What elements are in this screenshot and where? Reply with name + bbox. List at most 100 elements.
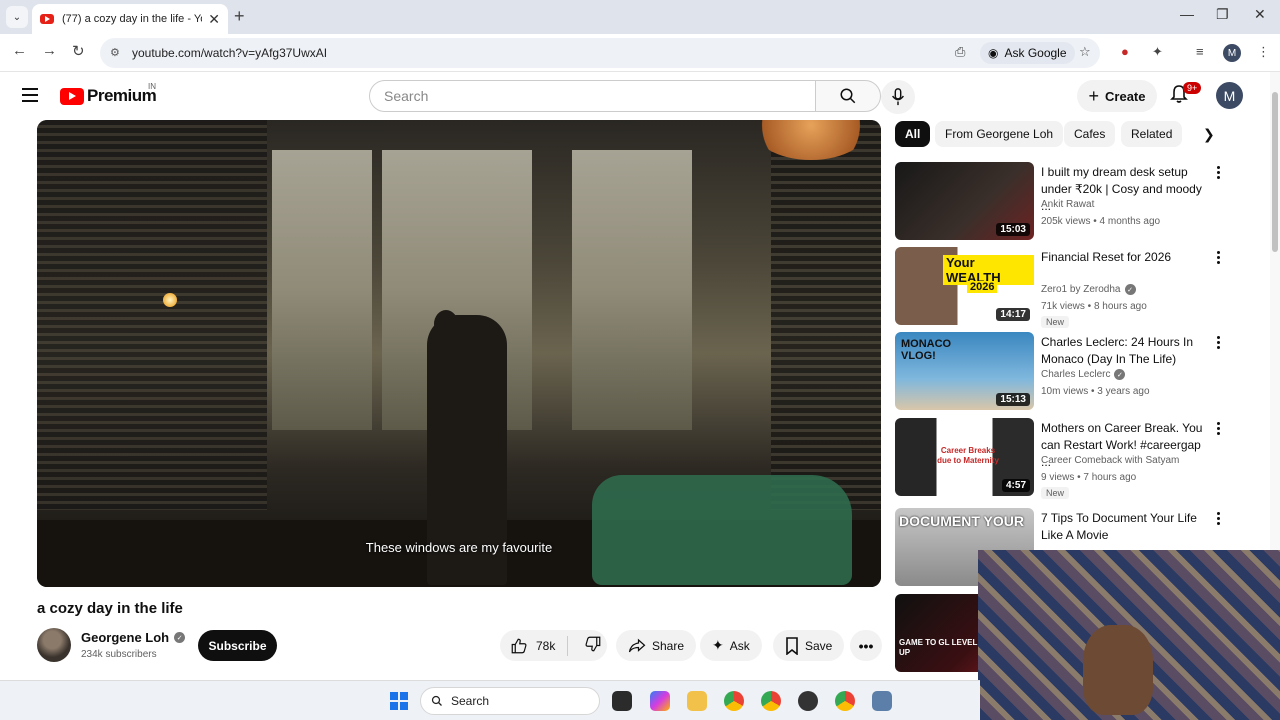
chrome-profile-icon[interactable] <box>761 691 781 711</box>
reload-icon[interactable]: ↻ <box>72 42 85 60</box>
close-window-icon[interactable]: ✕ <box>1254 6 1266 23</box>
create-button[interactable]: + Create <box>1077 80 1157 112</box>
youtube-header: Premium IN Search + Create 9+ M <box>0 72 1270 120</box>
minimize-icon[interactable]: — <box>1180 6 1194 22</box>
recommendation-item[interactable]: MONACO VLOG! 15:13 Charles Leclerc: 24 H… <box>895 332 1235 412</box>
youtube-favicon-icon <box>40 14 54 24</box>
task-view-icon[interactable] <box>612 691 632 711</box>
share-arrow-icon <box>628 638 646 652</box>
more-vertical-icon[interactable] <box>1217 512 1223 527</box>
recommendation-channel[interactable]: Charles Leclerc ✓ <box>1041 369 1126 380</box>
video-caption: These windows are my favourite <box>365 540 553 555</box>
scrollbar-thumb[interactable] <box>1272 92 1278 252</box>
new-tab-icon[interactable]: + <box>234 6 245 27</box>
address-bar[interactable]: ⚙ youtube.com/watch?v=yAfg37UwxAI <box>100 38 1100 68</box>
site-info-icon[interactable]: ⚙ <box>110 46 124 60</box>
search-icon <box>431 695 442 706</box>
more-vertical-icon[interactable] <box>1217 336 1223 351</box>
more-actions-button[interactable]: ••• <box>850 630 882 661</box>
like-button[interactable]: 78k <box>500 635 569 656</box>
youtube-premium-logo[interactable]: Premium IN <box>60 82 157 106</box>
chip-related[interactable]: Related <box>1121 121 1183 147</box>
ask-google-label: Ask Google <box>1004 46 1067 60</box>
back-icon[interactable]: ← <box>12 42 27 59</box>
camera-app-icon[interactable] <box>872 691 892 711</box>
chevron-right-icon[interactable]: ❯ <box>1203 126 1215 143</box>
recommendation-meta: 205k views • 4 months ago <box>1041 216 1161 227</box>
subscriber-count: 234k subscribers <box>81 649 157 660</box>
channel-name-text: Georgene Loh <box>81 630 170 645</box>
subscribe-button[interactable]: Subscribe <box>198 630 277 661</box>
search-input[interactable]: Search <box>369 80 816 112</box>
github-icon[interactable] <box>798 691 818 711</box>
microphone-icon <box>892 88 904 106</box>
recommendation-channel[interactable]: Career Comeback with Satyam <box>1041 455 1179 466</box>
thumbs-up-icon <box>511 638 527 653</box>
recommendation-title[interactable]: 7 Tips To Document Your Life Like A Movi… <box>1041 510 1211 544</box>
recommendation-title[interactable]: Charles Leclerc: 24 Hours In Monaco (Day… <box>1041 334 1211 368</box>
video-thumbnail[interactable]: MONACO VLOG! 15:13 <box>895 332 1034 410</box>
sparkle-icon: ✦ <box>712 637 724 653</box>
chip-cafes[interactable]: Cafes <box>1064 121 1116 147</box>
maximize-icon[interactable]: ❐ <box>1216 6 1229 23</box>
youtube-play-icon <box>60 87 84 105</box>
recommendation-item[interactable]: 15:03 I built my dream desk setup under … <box>895 162 1235 242</box>
recommendation-channel[interactable]: Ankit Rawat <box>1041 199 1094 210</box>
browser-tab-active[interactable]: (77) a cozy day in the life - YouT ✕ <box>32 4 228 34</box>
windows-taskbar: Search <box>0 680 980 720</box>
ask-google-button[interactable]: ◉ Ask Google <box>980 42 1075 64</box>
channel-avatar[interactable] <box>37 628 71 662</box>
scene-window <box>572 150 692 430</box>
tab-search-icon[interactable]: ⌄ <box>6 6 28 28</box>
create-label: Create <box>1105 88 1146 104</box>
thumbnail-text: DOCUMENT YOUR <box>899 513 1024 529</box>
guide-menu-icon[interactable] <box>22 88 38 102</box>
taskbar-search[interactable]: Search <box>420 687 600 715</box>
search-button[interactable] <box>815 80 881 112</box>
recommendation-item[interactable]: Your WEALTH 2026 14:17 Financial Reset f… <box>895 247 1235 328</box>
notification-count-badge: 9+ <box>1183 82 1202 94</box>
file-explorer-icon[interactable] <box>687 691 707 711</box>
recommendation-channel[interactable]: Zero1 by Zerodha ✓ <box>1041 284 1136 295</box>
save-button[interactable]: Save <box>773 630 845 661</box>
share-button[interactable]: Share <box>616 630 697 661</box>
scene-window <box>272 150 372 430</box>
chrome-alt-icon[interactable] <box>835 691 855 711</box>
ask-button[interactable]: ✦ Ask <box>700 630 762 661</box>
recommendation-title[interactable]: Financial Reset for 2026 <box>1041 249 1211 266</box>
logo-text: Premium <box>87 86 157 105</box>
ask-label: Ask <box>729 638 750 653</box>
bookmark-star-icon[interactable]: ☆ <box>1079 44 1091 60</box>
account-avatar[interactable]: M <box>1216 82 1243 109</box>
extensions-icon[interactable]: ✦ <box>1152 44 1163 60</box>
install-app-icon[interactable]: ⎙ <box>955 44 965 60</box>
more-vertical-icon[interactable] <box>1217 422 1223 437</box>
chrome-icon[interactable] <box>724 691 744 711</box>
tab-title: (77) a cozy day in the life - YouT <box>62 13 202 25</box>
extension-opera-icon[interactable]: ● <box>1121 44 1129 59</box>
browser-menu-icon[interactable]: ⋮ <box>1257 44 1270 60</box>
windows-start-icon[interactable] <box>390 692 408 710</box>
thumbs-down-icon <box>585 636 601 652</box>
chip-all[interactable]: All <box>895 121 931 147</box>
more-vertical-icon[interactable] <box>1217 251 1223 266</box>
new-badge: New <box>1041 316 1070 328</box>
copilot-icon[interactable] <box>650 691 670 711</box>
dislike-button[interactable] <box>574 635 612 656</box>
more-vertical-icon[interactable] <box>1217 166 1223 181</box>
recommendation-item[interactable]: Career Breaks due to Maternity 4:57 Moth… <box>895 418 1235 499</box>
voice-search-button[interactable] <box>881 80 915 114</box>
save-label: Save <box>805 638 833 653</box>
video-thumbnail[interactable]: 15:03 <box>895 162 1034 240</box>
webcam-overlay <box>978 550 1280 720</box>
video-thumbnail[interactable]: Career Breaks due to Maternity 4:57 <box>895 418 1034 496</box>
chip-from-channel[interactable]: From Georgene Loh <box>935 121 1064 147</box>
video-player[interactable]: These windows are my favourite <box>37 120 881 587</box>
verified-check-icon: ✓ <box>1124 284 1136 295</box>
video-thumbnail[interactable]: Your WEALTH 2026 14:17 <box>895 247 1034 325</box>
browser-profile-avatar[interactable]: M <box>1223 44 1241 62</box>
media-control-icon[interactable]: ≡ <box>1196 44 1204 59</box>
forward-icon[interactable]: → <box>42 42 57 59</box>
channel-name[interactable]: Georgene Loh ✓ <box>81 630 186 645</box>
close-tab-icon[interactable]: ✕ <box>208 11 220 28</box>
